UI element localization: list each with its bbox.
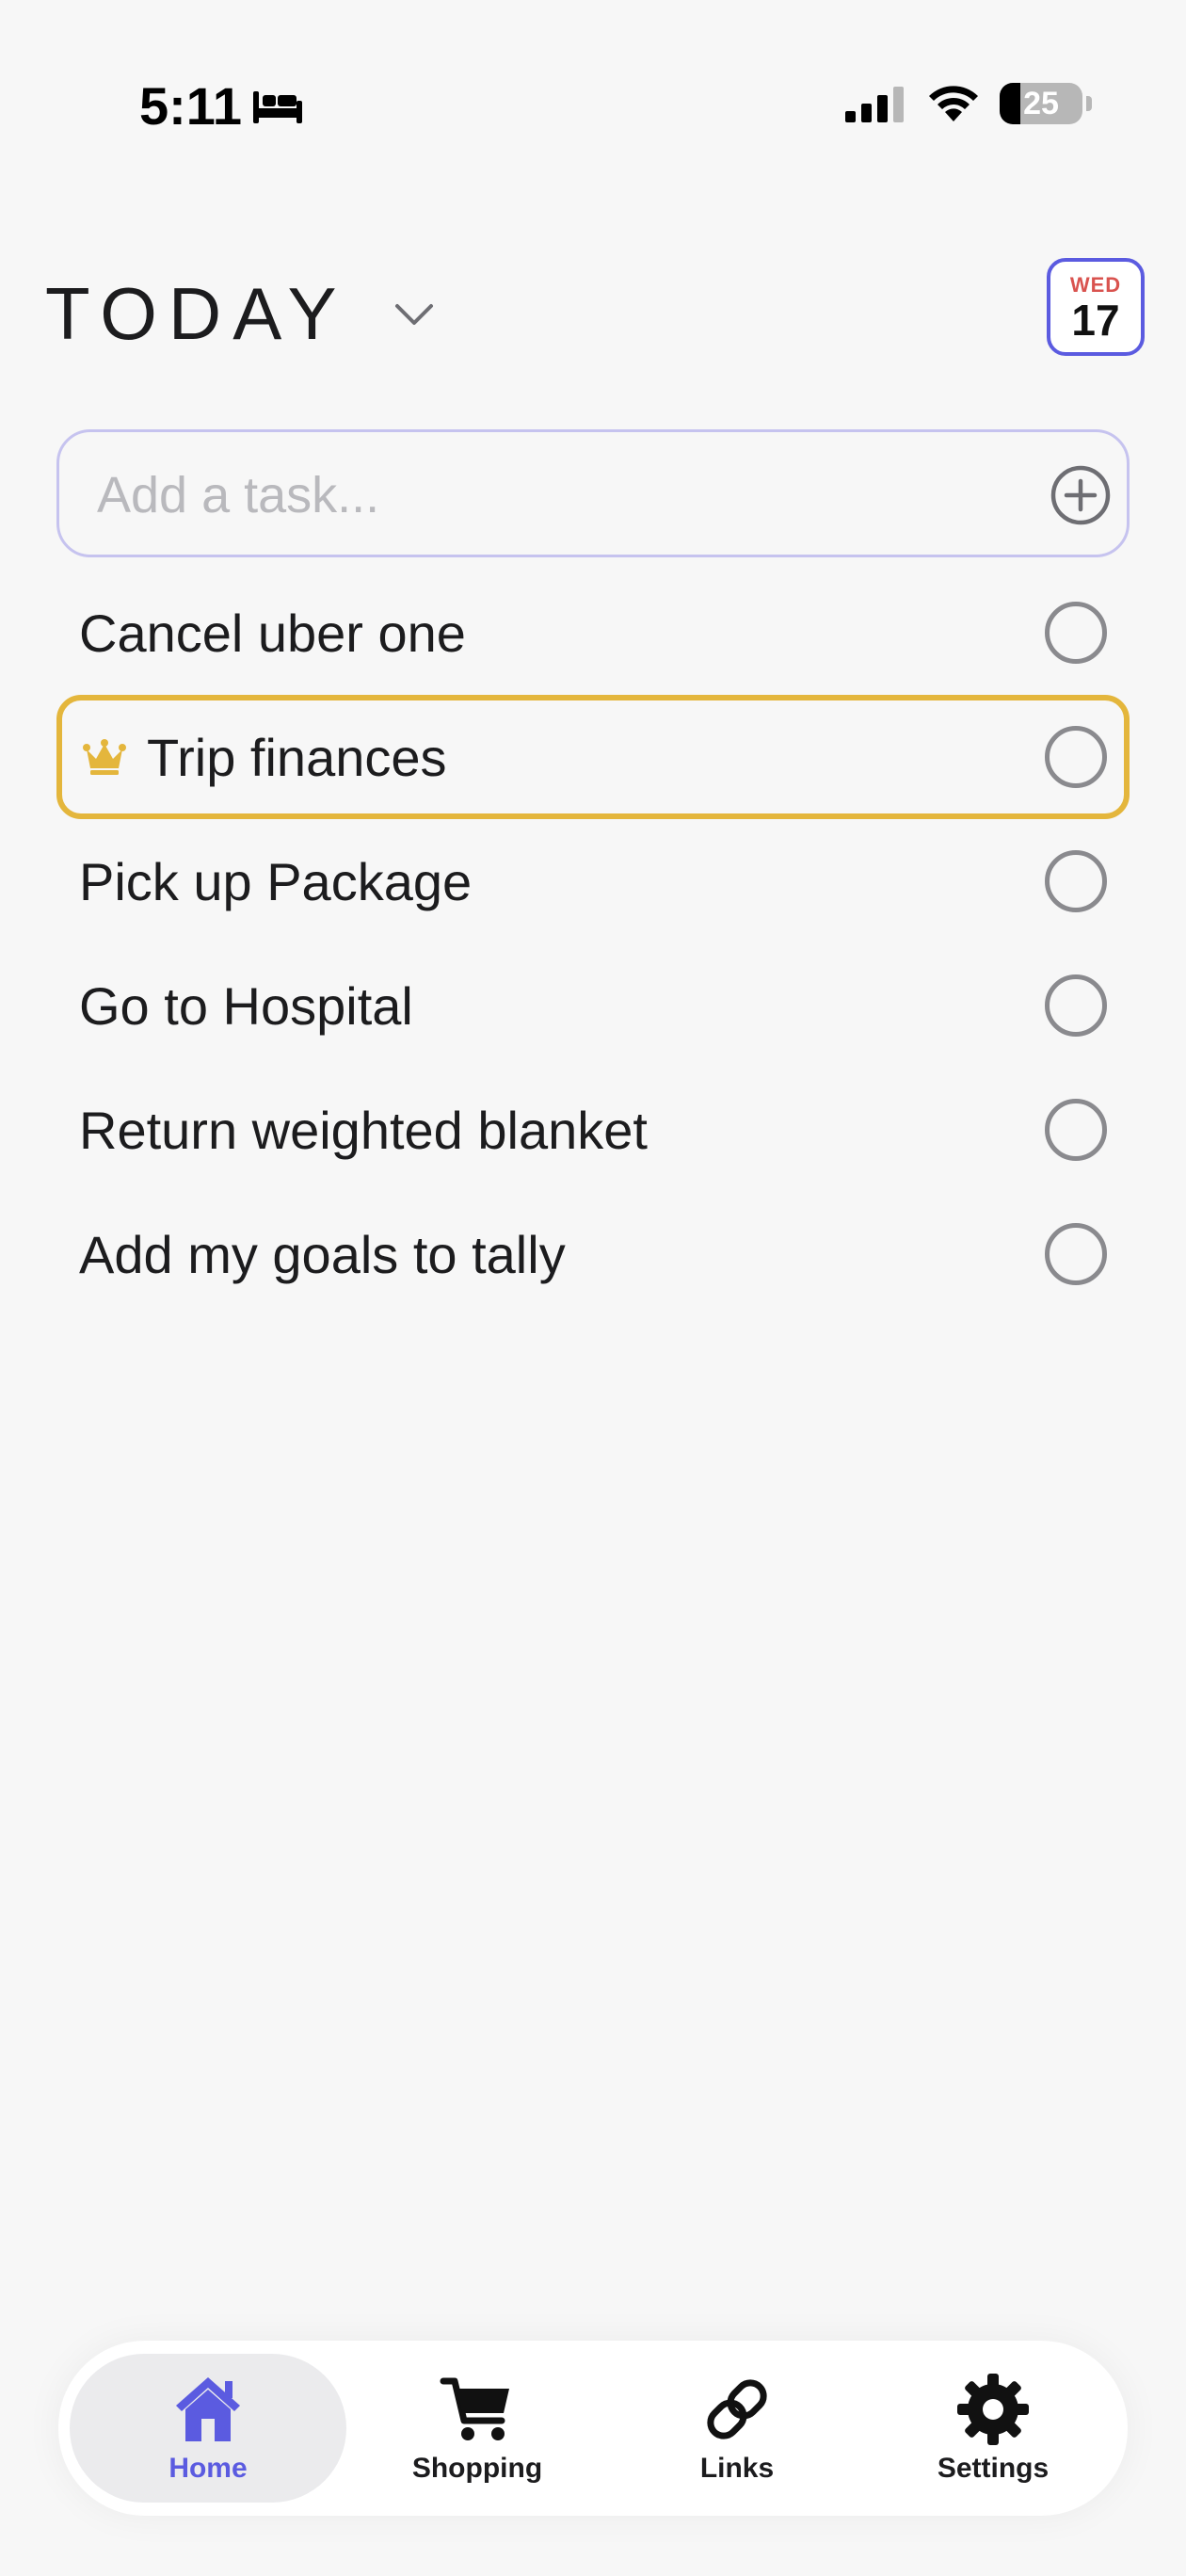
- task-checkbox[interactable]: [1045, 1099, 1107, 1161]
- page-title: TODAY: [45, 272, 348, 355]
- battery-fill: [1000, 83, 1020, 124]
- header: TODAY WED 17: [45, 254, 1145, 367]
- calendar-day: WED: [1069, 273, 1122, 297]
- task-list: Cancel uber one Trip finances Pick up Pa…: [56, 571, 1130, 1316]
- tab-label: Home: [168, 2453, 248, 2484]
- task-label: Pick up Package: [79, 851, 473, 911]
- status-time-text: 5:11: [139, 76, 242, 136]
- task-checkbox[interactable]: [1045, 850, 1107, 912]
- task-checkbox[interactable]: [1045, 602, 1107, 664]
- task-item[interactable]: Go to Hospital: [56, 943, 1130, 1068]
- date-filter-dropdown[interactable]: TODAY: [45, 271, 435, 357]
- tab-settings[interactable]: Settings: [855, 2354, 1131, 2503]
- gear-icon: [957, 2374, 1029, 2445]
- chevron-down-icon: [394, 303, 433, 325]
- task-item[interactable]: Pick up Package: [56, 819, 1130, 943]
- calendar-date: 17: [1071, 296, 1120, 345]
- battery-icon: 25: [1000, 83, 1082, 124]
- tab-shopping[interactable]: Shopping: [339, 2354, 616, 2503]
- tab-home[interactable]: Home: [70, 2354, 346, 2503]
- add-task-input[interactable]: [95, 455, 1002, 536]
- task-checkbox[interactable]: [1045, 974, 1107, 1037]
- tab-label: Links: [699, 2453, 775, 2484]
- battery-nub: [1086, 96, 1092, 111]
- task-label: Return weighted blanket: [79, 1100, 648, 1160]
- link-icon: [707, 2379, 767, 2439]
- wifi-icon: [929, 86, 978, 121]
- sleep-bed-icon: [253, 90, 302, 123]
- task-item-priority[interactable]: Trip finances: [56, 695, 1130, 819]
- task-checkbox[interactable]: [1045, 1223, 1107, 1285]
- task-label: Add my goals to tally: [79, 1224, 566, 1284]
- status-indicators: 25: [845, 83, 1092, 124]
- cart-icon: [440, 2377, 509, 2440]
- task-label: Go to Hospital: [79, 975, 413, 1036]
- tab-bar: Home Shopping Links Settings: [58, 2341, 1128, 2516]
- cellular-signal-icon: [845, 87, 904, 122]
- status-bar: 5:11 25: [0, 0, 1186, 217]
- tab-label: Shopping: [411, 2453, 543, 2484]
- battery-percent: 25: [1023, 85, 1059, 121]
- tab-links[interactable]: Links: [599, 2354, 875, 2503]
- tab-label: Settings: [937, 2453, 1050, 2484]
- add-task-field: [56, 429, 1130, 557]
- calendar-button[interactable]: WED 17: [1047, 258, 1145, 356]
- task-item[interactable]: Add my goals to tally: [56, 1192, 1130, 1316]
- task-item[interactable]: Cancel uber one: [56, 571, 1130, 695]
- house-icon: [176, 2377, 240, 2441]
- crown-icon: [83, 739, 126, 775]
- task-checkbox[interactable]: [1045, 726, 1107, 788]
- status-time: 5:11: [139, 75, 304, 137]
- add-task-plus-icon[interactable]: [1050, 464, 1112, 526]
- task-item[interactable]: Return weighted blanket: [56, 1068, 1130, 1192]
- task-label: Cancel uber one: [79, 603, 466, 663]
